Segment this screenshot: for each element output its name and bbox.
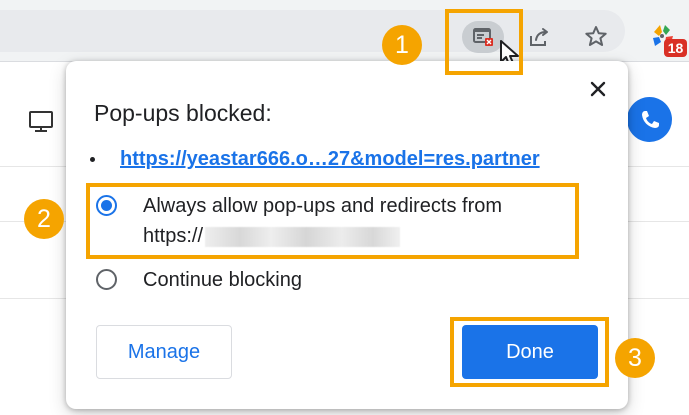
manage-button[interactable]: Manage	[96, 325, 232, 379]
close-icon	[590, 81, 606, 97]
always-allow-label: Always allow pop-ups and redirects from …	[143, 191, 502, 251]
extension-count-badge: 18	[664, 39, 687, 57]
extension-button[interactable]: 18	[649, 23, 687, 57]
browser-toolbar: 18	[0, 0, 689, 68]
done-button[interactable]: Done	[462, 325, 598, 379]
step-3-badge: 3	[615, 338, 655, 378]
star-icon	[585, 26, 607, 46]
close-button[interactable]	[584, 75, 612, 103]
bullet-icon	[90, 156, 95, 162]
radio-selected-icon[interactable]	[96, 195, 117, 216]
blocked-popup-item: https://yeastar666.o…27&model=res.partne…	[84, 145, 604, 173]
continue-blocking-option[interactable]: Continue blocking	[96, 265, 596, 295]
continue-blocking-label: Continue blocking	[143, 269, 302, 291]
phone-icon	[641, 110, 659, 128]
always-allow-option[interactable]: Always allow pop-ups and redirects from …	[96, 191, 596, 253]
popup-blocked-icon-button[interactable]	[462, 21, 504, 53]
blocked-popup-link[interactable]: https://yeastar666.o…27&model=res.partne…	[120, 147, 540, 171]
share-icon	[530, 28, 548, 46]
step-1-badge: 1	[382, 25, 422, 65]
redacted-host	[205, 226, 401, 247]
dialog-title: Pop-ups blocked:	[94, 100, 272, 126]
popup-blocked-dialog: Pop-ups blocked: https://yeastar666.o…27…	[66, 61, 628, 409]
radio-unselected-icon[interactable]	[96, 269, 117, 290]
step-2-badge: 2	[24, 199, 64, 239]
popup-blocked-icon	[473, 28, 493, 46]
share-button[interactable]	[524, 22, 554, 52]
allowed-host-line: https://	[143, 221, 502, 251]
monitor-icon	[29, 111, 53, 132]
always-allow-line-1: Always allow pop-ups and redirects from	[143, 195, 503, 217]
bookmark-star-button[interactable]	[581, 22, 611, 52]
browser-screenshot: 18 Pop-ups blocked: https://yeastar666.o…	[0, 0, 689, 415]
call-button[interactable]	[627, 97, 672, 142]
allowed-host-prefix: https://	[143, 225, 204, 247]
